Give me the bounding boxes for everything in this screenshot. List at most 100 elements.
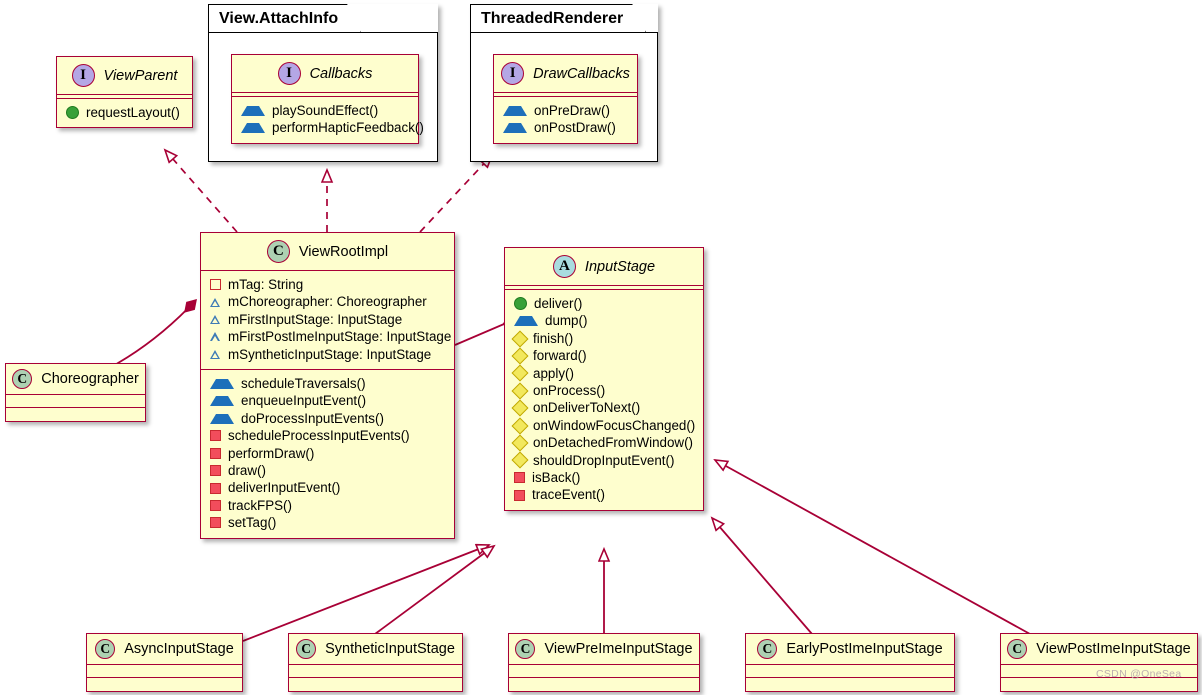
class-viewparent[interactable]: I ViewParent requestLayout() (56, 56, 193, 128)
class-viewrootimpl-name: ViewRootImpl (299, 244, 388, 260)
member-row: performHapticFeedback() (239, 119, 412, 136)
private-method-icon (514, 490, 525, 501)
member-label: mChoreographer: Choreographer (228, 293, 427, 310)
edge-asyncinputstage-extends-inputstage (243, 545, 489, 641)
class-callbacks[interactable]: I Callbacks playSoundEffect() performHap… (231, 54, 419, 144)
uml-diagram-canvas: View.AttachInfo I Callbacks playSoundEff… (0, 0, 1202, 695)
member-label: isBack() (532, 469, 580, 486)
class-viewrootimpl[interactable]: C ViewRootImpl mTag: String mChoreograph… (200, 232, 455, 539)
class-viewparent-header: I ViewParent (57, 57, 192, 95)
package-method-icon (512, 347, 529, 364)
member-row: playSoundEffect() (239, 102, 412, 119)
member-label: onPostDraw() (534, 119, 616, 136)
package-method-icon (512, 365, 529, 382)
package-method-icon (512, 400, 529, 417)
member-label: doProcessInputEvents() (241, 410, 384, 427)
private-method-icon (210, 500, 221, 511)
private-method-icon (210, 517, 221, 528)
private-method-icon (210, 430, 221, 441)
edge-syntheticinputstage-extends-inputstage (375, 546, 494, 634)
package-threadedrenderer-label: ThreadedRenderer (470, 4, 646, 33)
class-viewpostimeinputstage-name: ViewPostImeInputStage (1036, 641, 1191, 657)
member-label: finish() (533, 330, 573, 347)
member-label: shouldDropInputEvent() (533, 452, 674, 469)
class-choreographer[interactable]: C Choreographer (5, 363, 146, 422)
member-row: mTag: String (208, 276, 448, 293)
class-asyncinputstage-header: C AsyncInputStage (87, 634, 242, 665)
class-viewpreimeinputstage-fields-compartment (509, 665, 699, 678)
class-inputstage-header: A InputStage (505, 248, 703, 286)
member-row: onDetachedFromWindow() (512, 434, 697, 451)
protected-method-icon (514, 316, 538, 326)
class-callbacks-name: Callbacks (310, 66, 373, 82)
class-callbacks-methods-compartment: playSoundEffect() performHapticFeedback(… (232, 97, 418, 143)
member-label: enqueueInputEvent() (241, 392, 366, 409)
protected-method-icon (503, 106, 527, 116)
package-method-icon (512, 434, 529, 451)
member-row: mSyntheticInputStage: InputStage (208, 346, 448, 363)
member-label: onDetachedFromWindow() (533, 434, 693, 451)
member-label: onDeliverToNext() (533, 399, 640, 416)
member-label: requestLayout() (86, 104, 180, 121)
member-row: requestLayout() (64, 104, 186, 121)
abstract-stereotype-icon: A (553, 255, 576, 278)
member-label: trackFPS() (228, 497, 292, 514)
class-asyncinputstage[interactable]: C AsyncInputStage (86, 633, 243, 692)
class-earlypostimeinputstage[interactable]: C EarlyPostImeInputStage (745, 633, 955, 692)
class-drawcallbacks-header: I DrawCallbacks (494, 55, 637, 93)
package-threadedrenderer: ThreadedRenderer I DrawCallbacks onPreDr… (470, 4, 658, 162)
protected-method-icon (503, 123, 527, 133)
protected-method-icon (241, 106, 265, 116)
member-label: scheduleTraversals() (241, 375, 366, 392)
class-stereotype-icon: C (1007, 639, 1027, 659)
class-callbacks-header: I Callbacks (232, 55, 418, 93)
edge-earlypostimeinputstage-extends-inputstage (712, 518, 812, 634)
protected-method-icon (210, 379, 234, 389)
class-earlypostimeinputstage-fields-compartment (746, 665, 954, 678)
member-label: mFirstInputStage: InputStage (228, 311, 402, 328)
member-label: onWindowFocusChanged() (533, 417, 695, 434)
interface-stereotype-icon: I (278, 62, 301, 85)
member-label: scheduleProcessInputEvents() (228, 427, 410, 444)
edge-viewpostimeinputstage-extends-inputstage (715, 460, 1030, 634)
edge-viewrootimpl-implements-viewparent (165, 150, 237, 232)
member-row: performDraw() (208, 445, 448, 462)
member-label: performHapticFeedback() (272, 119, 424, 136)
member-label: apply() (533, 365, 574, 382)
class-viewpreimeinputstage[interactable]: C ViewPreImeInputStage (508, 633, 700, 692)
class-viewpostimeinputstage[interactable]: C ViewPostImeInputStage (1000, 633, 1198, 692)
class-syntheticinputstage-methods-compartment (289, 678, 462, 691)
class-syntheticinputstage[interactable]: C SyntheticInputStage (288, 633, 463, 692)
class-viewpreimeinputstage-methods-compartment (509, 678, 699, 691)
member-label: deliver() (534, 295, 582, 312)
member-row: deliver() (512, 295, 697, 312)
interface-stereotype-icon: I (501, 62, 524, 85)
class-syntheticinputstage-header: C SyntheticInputStage (289, 634, 462, 665)
class-viewpreimeinputstage-header: C ViewPreImeInputStage (509, 634, 699, 665)
class-stereotype-icon: C (12, 369, 32, 389)
class-stereotype-icon: C (267, 240, 290, 263)
protected-method-icon (210, 414, 234, 424)
class-viewrootimpl-header: C ViewRootImpl (201, 233, 454, 271)
class-asyncinputstage-fields-compartment (87, 665, 242, 678)
public-method-icon (66, 106, 79, 119)
class-viewrootimpl-fields-compartment: mTag: String mChoreographer: Choreograph… (201, 271, 454, 370)
member-row: scheduleProcessInputEvents() (208, 427, 448, 444)
class-earlypostimeinputstage-header: C EarlyPostImeInputStage (746, 634, 954, 665)
member-row: dump() (512, 312, 697, 329)
class-inputstage-methods-compartment: deliver() dump() finish() forward() appl… (505, 290, 703, 510)
member-row: finish() (512, 330, 697, 347)
protected-field-icon (210, 331, 221, 342)
class-inputstage[interactable]: A InputStage deliver() dump() finish() f… (504, 247, 704, 511)
member-label: mFirstPostImeInputStage: InputStage (228, 328, 451, 345)
package-method-icon (512, 417, 529, 434)
member-row: mFirstPostImeInputStage: InputStage (208, 328, 448, 345)
class-drawcallbacks[interactable]: I DrawCallbacks onPreDraw() onPostDraw() (493, 54, 638, 144)
class-stereotype-icon: C (515, 639, 535, 659)
class-choreographer-fields-compartment (6, 395, 145, 408)
member-row: scheduleTraversals() (208, 375, 448, 392)
class-drawcallbacks-name: DrawCallbacks (533, 66, 630, 82)
member-label: mSyntheticInputStage: InputStage (228, 346, 431, 363)
member-row: onDeliverToNext() (512, 399, 697, 416)
member-label: deliverInputEvent() (228, 479, 340, 496)
